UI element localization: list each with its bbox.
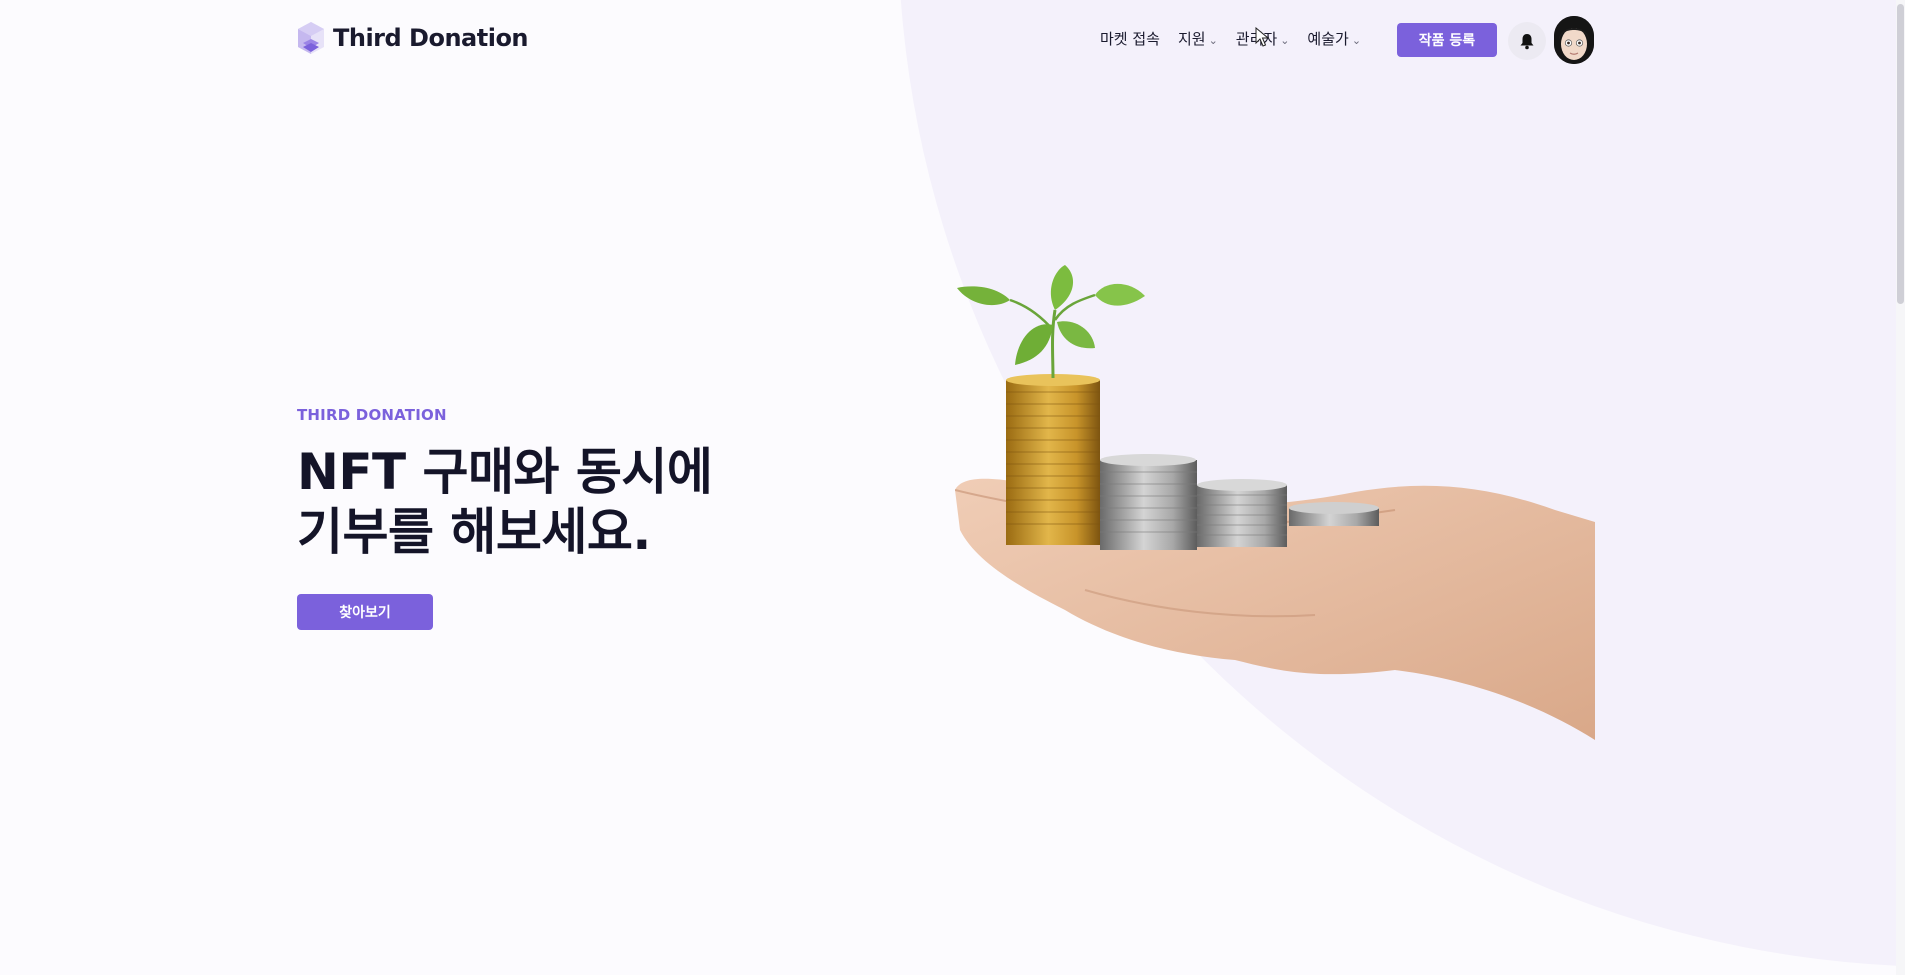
nav-item-market[interactable]: 마켓 접속 [1100,28,1160,49]
scrollbar-thumb[interactable] [1897,4,1904,304]
bell-icon [1520,33,1534,49]
brand-name: Third Donation [333,24,529,52]
hero-headline-line: NFT 구매와 동시에 [297,443,713,501]
chevron-down-icon: ⌄ [1280,34,1290,47]
nav-item-label: 마켓 접속 [1100,30,1160,48]
user-avatar[interactable] [1554,16,1594,64]
register-artwork-button[interactable]: 작품 등록 [1397,23,1497,57]
hero-headline: NFT 구매와 동시에 기부를 해보세요. [297,442,713,562]
explore-button[interactable]: 찾아보기 [297,594,433,630]
page-scrollbar[interactable] [1896,0,1905,975]
nav-item-support[interactable]: 지원 ⌄ [1178,28,1218,49]
nav-item-label: 지원 [1177,30,1206,48]
hero-headline-line: 기부를 해보세요. [297,503,651,561]
cube-logo-icon [298,22,324,54]
page: Third Donation 마켓 접속 지원 ⌄ 관리자 ⌄ 예술가 ⌄ 작품… [0,0,1905,975]
mouse-cursor-icon [1255,27,1269,47]
chevron-down-icon: ⌄ [1351,34,1362,47]
hand-with-coins-and-sprout [955,265,1595,740]
hero-eyebrow: THIRD DONATION [297,406,447,424]
nav-item-artist[interactable]: 예술가 ⌄ [1307,28,1361,49]
chevron-down-icon: ⌄ [1208,34,1218,47]
nav-item-label: 예술가 [1307,30,1349,48]
brand-logo[interactable]: Third Donation [297,21,529,55]
main-nav: 마켓 접속 지원 ⌄ 관리자 ⌄ 예술가 ⌄ [1100,28,1361,49]
avatar-face-icon [1554,16,1594,64]
notifications-button[interactable] [1508,22,1546,60]
